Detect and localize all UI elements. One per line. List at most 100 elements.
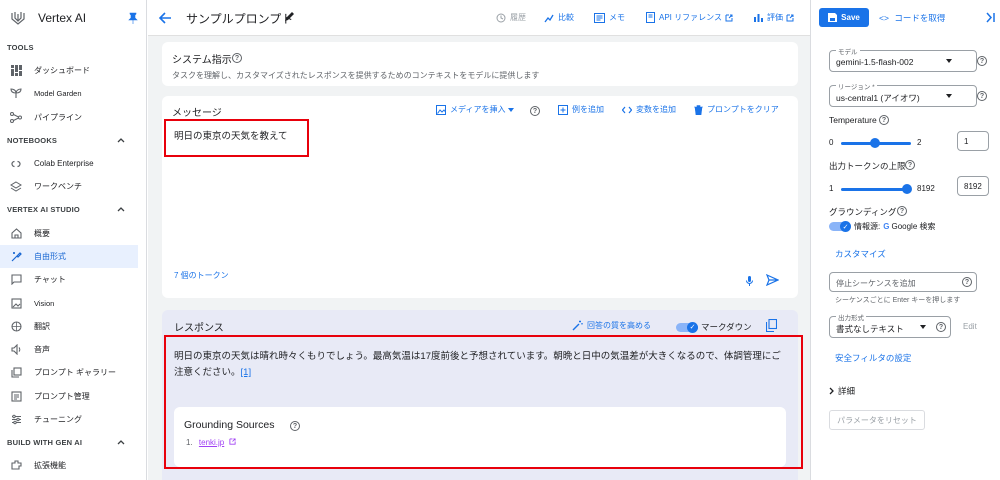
tokens-min: 1 — [829, 184, 834, 193]
edit-pencil-icon[interactable] — [284, 11, 295, 22]
region-select[interactable]: リージョン * us-central1 (アイオワ) — [829, 81, 977, 107]
tokens-slider-track[interactable] — [841, 188, 911, 191]
model-value: gemini-1.5-flash-002 — [836, 57, 914, 67]
chevron-up-icon[interactable] — [117, 438, 125, 446]
brand: Vertex AI — [0, 0, 146, 36]
get-code-button[interactable]: <> コードを取得 — [879, 12, 945, 24]
sidebar-item-dashboard[interactable]: ダッシュボード — [0, 59, 146, 82]
temperature-max: 2 — [917, 138, 922, 147]
history-label: 履歴 — [510, 13, 526, 22]
grounding-toggle[interactable]: ✓ 情報源: G Google 検索 — [829, 221, 936, 232]
microphone-icon[interactable] — [746, 276, 753, 286]
sidebar-item-chat[interactable]: チャット — [0, 268, 146, 291]
help-icon[interactable]: ? — [962, 277, 972, 287]
insert-media-label: メディアを挿入 — [450, 105, 506, 114]
help-icon[interactable]: ? — [936, 322, 946, 332]
model-select[interactable]: モデル gemini-1.5-flash-002 — [829, 46, 977, 72]
sidebar-item-workbench[interactable]: ワークベンチ — [0, 175, 146, 198]
history-button[interactable]: 履歴 — [496, 12, 526, 23]
sidebar-item-overview[interactable]: 概要 — [0, 221, 146, 244]
help-icon[interactable]: ? — [977, 56, 987, 66]
section-notebooks[interactable]: NOTEBOOKS — [0, 129, 146, 152]
edit-button[interactable]: Edit — [963, 322, 977, 331]
memo-icon — [594, 12, 605, 23]
bar-chart-icon — [754, 14, 763, 22]
back-arrow-icon[interactable] — [158, 11, 172, 25]
safety-settings-link[interactable]: 安全フィルタの設定 — [835, 352, 911, 364]
temperature-input[interactable]: 1 — [957, 131, 989, 151]
sidebar-item-vision[interactable]: Vision — [0, 291, 146, 314]
compare-button[interactable]: 比較 — [544, 12, 574, 23]
output-token-limit-label: 出力トークンの上限 — [829, 161, 906, 171]
open-in-new-icon — [725, 14, 733, 21]
temperature-slider-handle[interactable] — [870, 138, 880, 148]
gallery-icon — [10, 367, 22, 379]
help-icon[interactable]: ? — [879, 115, 889, 125]
toggle-switch[interactable]: ✓ — [676, 321, 698, 333]
system-instructions-card[interactable]: システム指示 ? タスクを理解し、カスタマイズされたレスポンスを提供するためのコ… — [162, 42, 798, 86]
document-icon — [646, 12, 655, 23]
insert-media-button[interactable]: メディアを挿入 — [436, 104, 518, 115]
add-variable-button[interactable]: 変数を追加 — [622, 104, 676, 115]
tokens-input[interactable]: 8192 — [957, 176, 989, 196]
sidebar-item-prompt-gallery[interactable]: プロンプト ギャラリー — [0, 361, 146, 384]
sidebar-item-speech[interactable]: 音声 — [0, 338, 146, 361]
help-icon[interactable]: ? — [905, 160, 915, 170]
sidebar-item-colab[interactable]: Colab Enterprise — [0, 152, 146, 175]
sidebar-item-prompt-management[interactable]: プロンプト管理 — [0, 385, 146, 408]
tokens-slider-handle[interactable] — [902, 184, 912, 194]
sidebar-item-extensions[interactable]: 拡張機能 — [0, 454, 146, 477]
help-icon[interactable]: ? — [232, 53, 242, 63]
pin-icon[interactable] — [128, 12, 138, 24]
sidebar-item-tuning[interactable]: チューニング — [0, 408, 146, 431]
section-build-with-gen-ai[interactable]: BUILD WITH GEN AI — [0, 431, 146, 454]
sidebar-item-model-garden[interactable]: Model Garden — [0, 82, 146, 105]
evaluate-button[interactable]: 評価 — [754, 12, 798, 23]
improve-response-button[interactable]: 回答の質を高める — [572, 320, 651, 331]
collapse-panel-icon[interactable] — [986, 12, 995, 23]
prompt-title[interactable]: サンプルプロンプト — [186, 10, 293, 27]
speech-icon — [10, 344, 22, 356]
sidebar-item-label: Model Garden — [34, 89, 82, 99]
app-title: Vertex AI — [38, 11, 87, 25]
tokens-max: 8192 — [917, 184, 935, 193]
section-vertex-ai-studio[interactable]: VERTEX AI STUDIO — [0, 198, 146, 221]
sidebar-item-label: パイプライン — [34, 112, 82, 122]
message-title: メッセージ — [172, 108, 222, 119]
magic-wand-icon — [572, 320, 583, 331]
sidebar-item-label: 概要 — [34, 228, 50, 238]
help-icon[interactable]: ? — [897, 206, 907, 216]
save-button[interactable]: Save — [819, 8, 869, 27]
details-label: 詳細 — [838, 386, 856, 396]
help-icon[interactable]: ? — [530, 106, 540, 116]
output-format-select[interactable]: 出力形式 書式なしテキスト ? — [829, 312, 951, 338]
api-reference-button[interactable]: API リファレンス — [646, 12, 737, 23]
copy-icon[interactable] — [766, 319, 777, 332]
temperature-value: 1 — [964, 136, 969, 146]
sidebar-item-freeform[interactable]: 自由形式 — [0, 244, 138, 269]
markdown-toggle[interactable]: ✓ マークダウン — [676, 321, 752, 333]
sidebar-item-label: 翻訳 — [34, 321, 50, 331]
sidebar-item-label: Colab Enterprise — [34, 159, 94, 169]
add-box-icon — [558, 104, 568, 115]
reset-parameters-button[interactable]: パラメータをリセット — [829, 410, 925, 430]
stop-sequence-input[interactable]: 停止シーケンスを追加 ? — [829, 272, 977, 292]
send-icon[interactable] — [766, 274, 779, 286]
sidebar-item-label: プロンプト管理 — [34, 391, 90, 401]
sidebar-item-translate[interactable]: 翻訳 — [0, 315, 146, 338]
sidebar-item-pipeline[interactable]: パイプライン — [0, 106, 146, 129]
details-expander[interactable]: 詳細 — [829, 385, 855, 397]
customize-link[interactable]: カスタマイズ — [835, 248, 886, 260]
help-icon[interactable]: ? — [977, 91, 987, 101]
chevron-up-icon[interactable] — [117, 136, 125, 144]
memo-button[interactable]: メモ — [594, 12, 625, 23]
toggle-switch[interactable]: ✓ — [829, 221, 851, 232]
add-example-button[interactable]: 例を追加 — [558, 104, 604, 115]
clear-prompt-button[interactable]: プロンプトをクリア — [694, 104, 779, 115]
history-icon — [496, 13, 506, 22]
trash-icon — [694, 104, 703, 115]
api-reference-label: API リファレンス — [659, 13, 722, 22]
compare-icon — [544, 14, 554, 22]
highlight-box-message — [164, 119, 309, 157]
chevron-up-icon[interactable] — [117, 205, 125, 213]
